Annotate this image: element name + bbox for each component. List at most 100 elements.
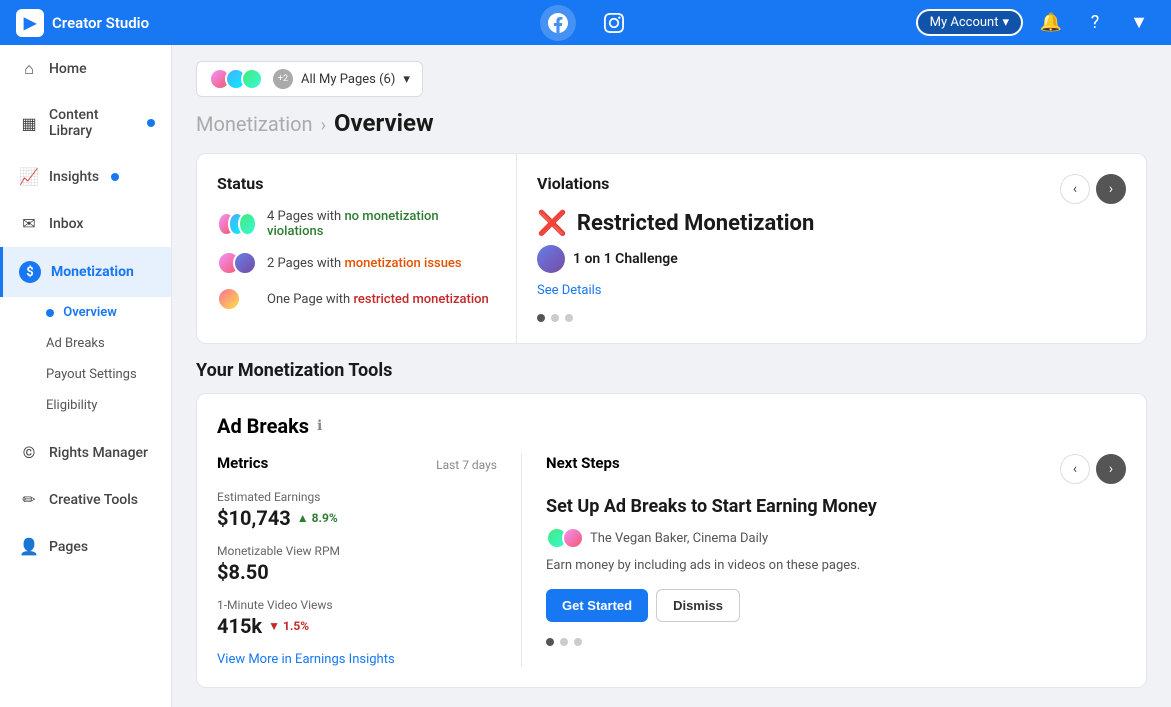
status-text-2: One Page with restricted monetization (267, 292, 489, 307)
topbar: ▶ Creator Studio My Account ▾ 🔔 ? ▼ (0, 0, 1171, 45)
sidebar-item-creative-tools[interactable]: ✏ Creative Tools (0, 476, 171, 523)
page-avatars (209, 68, 263, 90)
next-steps-prev-btn[interactable]: ‹ (1060, 454, 1090, 484)
payout-settings-label: Payout Settings (46, 367, 137, 382)
status-text-1: 2 Pages with monetization issues (267, 256, 462, 271)
sidebar-item-pages[interactable]: 👤 Pages (0, 523, 171, 570)
sidebar-item-creative-tools-label: Creative Tools (49, 492, 138, 508)
status-avatars-1 (217, 251, 257, 275)
home-icon: ⌂ (19, 59, 39, 79)
status-link-0[interactable]: no monetization violations (267, 209, 439, 239)
metric-label-0: Estimated Earnings (217, 490, 497, 504)
notifications-button[interactable]: 🔔 (1035, 7, 1067, 39)
page-selector-label: All My Pages (6) (301, 72, 395, 87)
status-link-1[interactable]: monetization issues (344, 256, 461, 271)
step-title: Set Up Ad Breaks to Start Earning Money (546, 496, 1126, 517)
violation-header: ❌ Restricted Monetization (537, 209, 1126, 237)
violation-error-icon: ❌ (537, 209, 567, 237)
help-button[interactable]: ? (1079, 7, 1111, 39)
sidebar-sub-payout-settings[interactable]: Payout Settings (0, 359, 171, 390)
step-dot-2 (574, 638, 582, 646)
sidebar-item-inbox[interactable]: ✉ Inbox (0, 200, 171, 247)
violation-sub: 1 on 1 Challenge (537, 245, 1126, 273)
step-page-avatars (546, 527, 584, 549)
brand-icon: ▶ (16, 9, 44, 37)
status-avatars-0 (217, 212, 257, 236)
status-violations-card: Status 4 Pages with no monetization viol… (196, 153, 1147, 344)
next-steps-nav: ‹ › (1060, 454, 1126, 484)
sidebar-item-insights-label: Insights (49, 169, 99, 185)
account-button[interactable]: My Account ▾ (916, 9, 1023, 36)
metric-rpm: Monetizable View RPM $8.50 (217, 544, 497, 584)
step-description: Earn money by including ads in videos on… (546, 557, 1126, 575)
step-dot-1 (560, 638, 568, 646)
main-content: +2 All My Pages (6) ▾ Monetization › Ove… (172, 45, 1171, 707)
content-library-icon: ▦ (19, 114, 39, 133)
instagram-platform-btn[interactable] (596, 5, 632, 41)
pages-plus-badge: +2 (273, 69, 293, 89)
sidebar-item-home[interactable]: ⌂ Home (0, 45, 171, 93)
page-selector-chevron: ▾ (403, 72, 410, 87)
sidebar-item-content-library[interactable]: ▦ Content Library (0, 93, 171, 153)
violations-panel: Violations ‹ › ❌ Restricted Monetization… (517, 154, 1146, 343)
sidebar-sub-overview[interactable]: Overview (0, 297, 171, 328)
view-more-link[interactable]: View More in Earnings Insights (217, 652, 497, 667)
topbar-center (540, 5, 632, 41)
violation-title: Restricted Monetization (577, 211, 814, 236)
metrics-panel: Metrics Last 7 days Estimated Earnings $… (217, 454, 497, 667)
sidebar-sub-ad-breaks[interactable]: Ad Breaks (0, 328, 171, 359)
sidebar: ⌂ Home ▦ Content Library 📈 Insights ✉ In… (0, 45, 172, 707)
expand-button[interactable]: ▼ (1123, 7, 1155, 39)
status-link-2[interactable]: restricted monetization (353, 292, 488, 307)
sidebar-item-monetization-label: Monetization (51, 264, 134, 280)
inbox-icon: ✉ (19, 214, 39, 233)
sidebar-item-monetization[interactable]: $ Monetization (0, 247, 171, 297)
status-avatar-2a (217, 287, 241, 311)
ad-breaks-title: Ad Breaks (217, 414, 309, 438)
eligibility-label: Eligibility (46, 398, 97, 413)
facebook-platform-btn[interactable] (540, 5, 576, 41)
get-started-button[interactable]: Get Started (546, 589, 648, 622)
sidebar-item-rights[interactable]: © Rights Manager (0, 429, 171, 476)
step-pages: The Vegan Baker, Cinema Daily (546, 527, 1126, 549)
creative-tools-icon: ✏ (19, 490, 39, 509)
dismiss-button[interactable]: Dismiss (656, 589, 740, 622)
sidebar-item-insights[interactable]: 📈 Insights (0, 153, 171, 200)
insights-badge (111, 173, 119, 181)
pages-icon: 👤 (19, 537, 39, 556)
violation-dot-2 (565, 314, 573, 322)
account-label: My Account (930, 15, 999, 30)
metric-value-1: $8.50 (217, 560, 497, 584)
next-steps-next-btn[interactable]: › (1096, 454, 1126, 484)
rights-icon: © (19, 443, 39, 462)
monetization-icon: $ (19, 261, 41, 283)
violation-dot-1 (551, 314, 559, 322)
metric-value-0: $10,743 ▲ 8.9% (217, 506, 497, 530)
status-avatars-2 (217, 287, 257, 311)
violation-dots (537, 314, 1126, 322)
status-avatar-0c (238, 212, 257, 236)
ad-breaks-info-icon[interactable]: ℹ (317, 418, 322, 434)
brand: ▶ Creator Studio (16, 9, 149, 37)
see-details-link[interactable]: See Details (537, 283, 602, 298)
page-selector[interactable]: +2 All My Pages (6) ▾ (196, 61, 423, 97)
metric-change-0: ▲ 8.9% (297, 511, 338, 525)
ad-breaks-label: Ad Breaks (46, 336, 105, 351)
sidebar-item-content-library-label: Content Library (49, 107, 135, 139)
violation-avatar (537, 245, 565, 273)
monetization-tools-title: Your Monetization Tools (196, 360, 1147, 381)
status-text-0: 4 Pages with no monetization violations (267, 209, 496, 239)
violation-prev-btn[interactable]: ‹ (1060, 174, 1090, 204)
sidebar-item-pages-label: Pages (49, 539, 88, 555)
ad-breaks-card: Ad Breaks ℹ Metrics Last 7 days Estimate… (196, 393, 1147, 688)
ad-breaks-header: Ad Breaks ℹ (217, 414, 1126, 438)
sidebar-item-home-label: Home (49, 61, 87, 77)
metrics-title: Metrics (217, 454, 268, 472)
metric-change-2: ▼ 1.5% (268, 619, 309, 633)
sidebar-sub-eligibility[interactable]: Eligibility (0, 390, 171, 421)
step-page-names: The Vegan Baker, Cinema Daily (590, 531, 768, 546)
violations-title: Violations (537, 174, 1126, 193)
violation-next-btn[interactable]: › (1096, 174, 1126, 204)
breadcrumb-current: Overview (334, 109, 434, 137)
violation-challenge: 1 on 1 Challenge (573, 251, 678, 267)
